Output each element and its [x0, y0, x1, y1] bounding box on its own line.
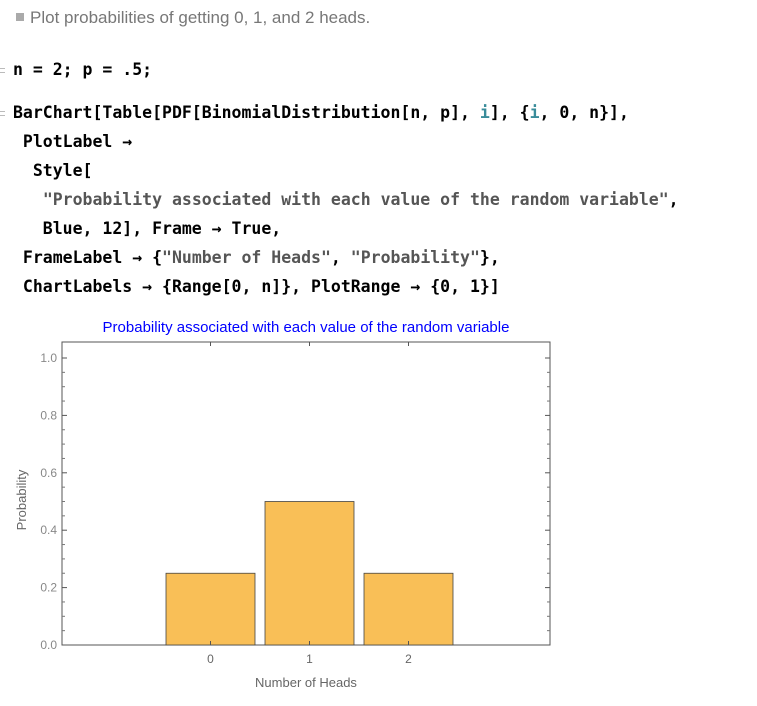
code-text: PlotLabel → [13, 132, 133, 151]
bar-2 [363, 572, 454, 646]
y-tick-label: 0.6 [40, 466, 57, 480]
code-string: "Number of Heads" [162, 248, 331, 267]
code-text: , 0, n}], [539, 103, 629, 122]
code-var: i [529, 103, 540, 122]
y-tick-label: 0.0 [40, 638, 57, 652]
code-text: BarChart[Table[PDF[BinomialDistribution[… [13, 103, 480, 122]
code-string: "Probability associated with each value … [42, 190, 669, 209]
y-tick-label: 0.2 [40, 581, 57, 595]
text-cell-label: Plot probabilities of getting 0, 1, and … [30, 8, 371, 27]
code-text: Style[ [13, 161, 93, 180]
bullet-icon [16, 13, 24, 21]
x-tick-label: 2 [405, 652, 412, 666]
code-text: , [330, 248, 351, 267]
y-tick-label: 0.4 [40, 523, 57, 537]
code-text: ], { [489, 103, 530, 122]
x-axis-label: Number of Heads [255, 675, 357, 690]
x-tick-label: 1 [306, 652, 313, 666]
code-text: }, [479, 248, 500, 267]
code-text: ChartLabels → {Range[0, n]}, PlotRange →… [13, 277, 500, 296]
code-text: FrameLabel → { [13, 248, 163, 267]
y-tick-label: 1.0 [40, 351, 57, 365]
input-cell-1[interactable]: n = 2; p = .5; [13, 55, 152, 84]
code-text: , [668, 190, 679, 209]
chart-title: Probability associated with each value o… [103, 319, 510, 336]
y-axis-label: Probability [14, 469, 29, 530]
cell-bracket[interactable] [0, 68, 5, 73]
text-cell[interactable]: Plot probabilities of getting 0, 1, and … [16, 8, 370, 28]
input-cell-2[interactable]: BarChart[Table[PDF[BinomialDistribution[… [13, 98, 679, 301]
y-tick-label: 0.8 [40, 408, 57, 422]
x-tick-label: 0 [207, 652, 214, 666]
code-text: Blue, 12], Frame → True, [13, 219, 282, 238]
code-string: "Probability" [350, 248, 480, 267]
bar-1 [264, 501, 355, 646]
code-var: i [479, 103, 490, 122]
bar-0 [165, 572, 256, 646]
cell-bracket[interactable] [0, 111, 5, 116]
bar-chart: Probability associated with each value o… [14, 319, 551, 690]
